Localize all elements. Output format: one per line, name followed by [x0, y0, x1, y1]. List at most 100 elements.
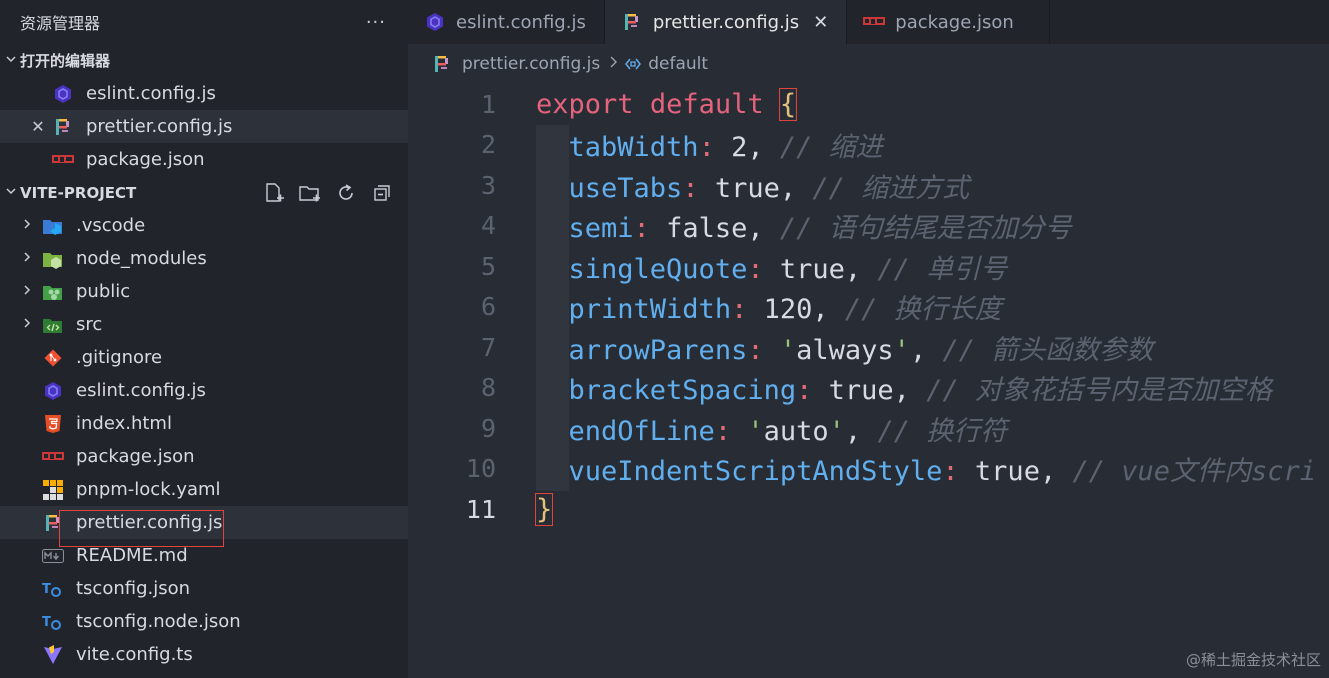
code-comment: // 缩进方式 [812, 172, 970, 204]
tab-eslint-config[interactable]: eslint.config.js [408, 0, 605, 44]
tree-item-public[interactable]: public [0, 275, 408, 308]
line-content: bracketSpacing: true, // 对象花括号内是否加空格 [568, 375, 1272, 407]
property-value: auto [763, 415, 829, 447]
tree-item-prettier-config[interactable]: › prettier.config.js [0, 506, 408, 539]
chevron-down-icon [2, 185, 20, 200]
tab-bar: eslint.config.js prettier.config.js ✕ pa… [408, 0, 1329, 44]
line-content: singleQuote: true, // 单引号 [568, 253, 1008, 285]
tab-label: package.json [895, 11, 1014, 33]
close-icon[interactable]: ✕ [813, 12, 828, 33]
vscode-folder-icon [42, 215, 64, 237]
new-file-icon[interactable] [262, 181, 286, 205]
eslint-icon [52, 83, 74, 105]
tree-item-package-json[interactable]: › package.json [0, 440, 408, 473]
prettier-icon [432, 54, 452, 74]
tab-label: eslint.config.js [456, 11, 586, 33]
node-folder-icon [42, 248, 64, 270]
line-number: 5 [480, 251, 496, 281]
svg-text:T: T [42, 582, 51, 597]
tree-item-index-html[interactable]: › index.html [0, 407, 408, 440]
tree-item-label: eslint.config.js [76, 380, 206, 401]
code-comment: // 缩进 [779, 132, 883, 164]
property-key: semi [568, 213, 634, 245]
open-editor-item-prettier[interactable]: ✕ prettier.config.js [0, 110, 408, 143]
tree-item-tsconfig-node[interactable]: › T tsconfig.node.json [0, 605, 408, 638]
tree-item-readme[interactable]: › README.md [0, 539, 408, 572]
code-comment: // 换行符 [877, 415, 1008, 447]
tab-prettier-config[interactable]: prettier.config.js ✕ [604, 0, 848, 44]
collapse-all-icon[interactable] [370, 181, 394, 205]
src-folder-icon [42, 314, 64, 336]
open-editor-item-eslint[interactable]: eslint.config.js [0, 77, 408, 110]
property-key: bracketSpacing [568, 375, 797, 407]
vite-icon [42, 644, 64, 666]
tree-item-label: prettier.config.js [76, 512, 223, 533]
open-editor-item-package[interactable]: package.json [0, 143, 408, 176]
line-number: 11 [465, 494, 496, 524]
line-number: 3 [480, 170, 496, 200]
line-number: 4 [480, 211, 496, 241]
tree-item-label: package.json [76, 446, 195, 467]
new-folder-icon[interactable] [298, 181, 322, 205]
line-content: semi: false, // 语句结尾是否加分号 [568, 213, 1072, 245]
line-number: 2 [480, 130, 496, 160]
open-editors-section-header[interactable]: 打开的编辑器 [0, 44, 408, 77]
project-label: VITE-PROJECT [20, 183, 137, 202]
tree-item-label: pnpm-lock.yaml [76, 479, 221, 500]
breadcrumb-file[interactable]: prettier.config.js [462, 54, 600, 74]
property-value: true [974, 456, 1040, 488]
line-content: vueIndentScriptAndStyle: true, // vue文件内… [568, 456, 1317, 488]
tsconfig-icon: T [42, 611, 64, 633]
public-folder-icon [42, 281, 64, 303]
project-section-header[interactable]: VITE-PROJECT [0, 176, 408, 209]
prettier-icon [42, 512, 64, 534]
editor-area: eslint.config.js prettier.config.js ✕ pa… [408, 0, 1329, 678]
line-number: 8 [480, 373, 496, 403]
breadcrumb-symbol[interactable]: default [648, 54, 708, 74]
tree-item-node-modules[interactable]: node_modules [0, 242, 408, 275]
chevron-right-icon [18, 317, 36, 333]
tree-item-tsconfig[interactable]: › T tsconfig.json [0, 572, 408, 605]
tree-item-pnpm-lock[interactable]: › pnpm-lock.yaml [0, 473, 408, 506]
property-key: endOfLine [568, 415, 715, 447]
line-content: printWidth: 120, // 换行长度 [568, 294, 1002, 326]
chevron-right-icon [18, 218, 36, 234]
tree-item-label: tsconfig.json [76, 578, 191, 599]
explorer-sidebar: 资源管理器 ··· 打开的编辑器 eslint.config.js ✕ pret… [0, 0, 408, 678]
code-editor[interactable]: 1 export default { 2 tabWidth: 2, // 缩进 … [408, 84, 1329, 530]
tree-item-eslint-config[interactable]: › eslint.config.js [0, 374, 408, 407]
keyword-default: default [649, 88, 764, 120]
watermark: @稀土掘金技术社区 [1185, 651, 1321, 669]
code-line: 1 export default { [408, 84, 1329, 125]
tree-item-vscode[interactable]: .vscode [0, 209, 408, 242]
html5-icon [42, 413, 64, 435]
chevron-right-icon [608, 55, 618, 73]
property-value: true [828, 375, 894, 407]
code-comment: // 对象花括号内是否加空格 [926, 375, 1272, 407]
tree-item-gitignore[interactable]: › .gitignore [0, 341, 408, 374]
close-brace: } [534, 492, 554, 526]
tab-package-json[interactable]: package.json [847, 0, 1051, 44]
tree-item-label: public [76, 281, 131, 302]
refresh-icon[interactable] [334, 181, 358, 205]
code-comment: // 语句结尾是否加分号 [779, 213, 1072, 245]
tree-item-label: .vscode [76, 215, 146, 236]
code-comment: // 单引号 [877, 253, 1008, 285]
tsconfig-icon: T [42, 578, 64, 600]
property-value: true [714, 172, 780, 204]
tree-item-src[interactable]: src [0, 308, 408, 341]
tree-item-label: tsconfig.node.json [76, 611, 241, 632]
tree-item-vite-config[interactable]: › vite.config.ts [0, 638, 408, 671]
open-editors-label: 打开的编辑器 [20, 52, 111, 70]
close-icon[interactable]: ✕ [30, 117, 46, 136]
tree-item-label: node_modules [76, 248, 207, 269]
pnpm-icon [42, 479, 64, 501]
code-line: 11 } [408, 489, 1329, 530]
breadcrumb: prettier.config.js default [408, 44, 1329, 84]
property-key: tabWidth [568, 132, 699, 164]
more-actions-icon[interactable]: ··· [366, 12, 386, 33]
tab-label: prettier.config.js [652, 11, 800, 33]
open-editor-label: eslint.config.js [86, 83, 216, 104]
symbol-icon [624, 57, 642, 71]
eslint-icon [424, 11, 446, 33]
